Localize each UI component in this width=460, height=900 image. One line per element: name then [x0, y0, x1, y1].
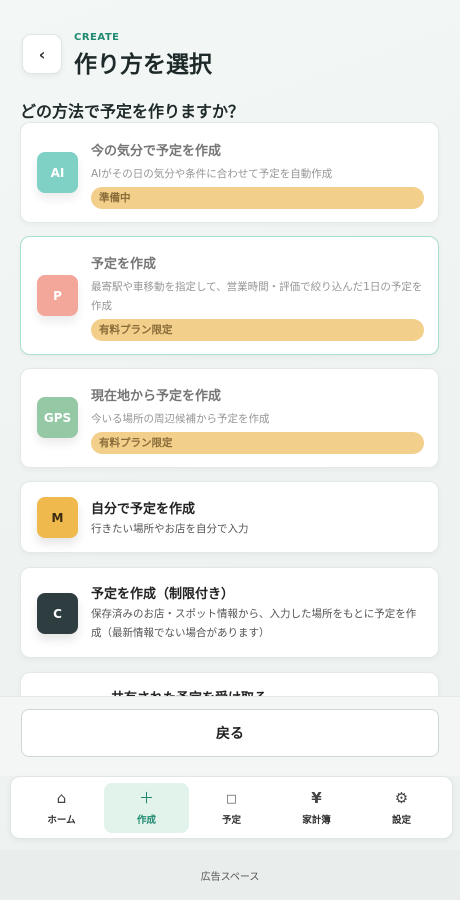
p-icon: P [37, 275, 78, 316]
nav-label: 家計簿 [302, 814, 331, 826]
option-body: 予定を作成 最寄駅や車移動を指定して、営業時間・評価で絞り込んだ1日の予定を作成… [91, 253, 424, 341]
title-block: CREATE 作り方を選択 [74, 32, 212, 79]
nav-label: 設定 [391, 814, 411, 826]
option-body: 今の気分で予定を作成 AIがその日の気分や条件に合わせて予定を自動作成 準備中 [91, 140, 424, 209]
ai-icon: AI [37, 152, 78, 193]
ad-space-label: 広告スペース [200, 871, 260, 883]
status-badge: 準備中 [91, 187, 424, 209]
option-body: 予定を作成（制限付き） 保存済みのお店・スポット情報から、入力した場所をもとに予… [91, 583, 424, 643]
option-description: 行きたい場所やお店を自分で入力 [91, 523, 249, 535]
c-icon: C [37, 593, 78, 634]
option-body: 自分で予定を作成 行きたい場所やお店を自分で入力 [91, 498, 424, 539]
option-title: 自分で予定を作成 [91, 502, 196, 517]
option-description: AIがその日の気分や条件に合わせて予定を自動作成 [91, 168, 333, 180]
gear-icon: ⚙ [394, 788, 409, 807]
plus-icon: ＋ [138, 788, 154, 807]
nav-label: ホーム [47, 814, 76, 826]
calendar-icon: □ [226, 791, 237, 805]
option-title: 今の気分で予定を作成 [91, 144, 222, 159]
option-plan[interactable]: P 予定を作成 最寄駅や車移動を指定して、営業時間・評価で絞り込んだ1日の予定を… [20, 236, 439, 355]
option-manual[interactable]: M 自分で予定を作成 行きたい場所やお店を自分で入力 [20, 481, 439, 553]
ad-space: 広告スペース [0, 850, 460, 900]
m-icon: M [37, 497, 78, 538]
home-icon: ⌂ [56, 788, 67, 807]
page-title: 作り方を選択 [74, 52, 212, 78]
option-description: 最寄駅や車移動を指定して、営業時間・評価で絞り込んだ1日の予定を作成 [91, 281, 423, 312]
option-description: 今いる場所の周辺候補から予定を作成 [91, 413, 270, 425]
yen-icon: ¥ [311, 788, 322, 807]
nav-item-schedule[interactable]: □ 予定 [189, 783, 274, 833]
option-ai-mood[interactable]: AI 今の気分で予定を作成 AIがその日の気分や条件に合わせて予定を自動作成 準… [20, 122, 439, 223]
back-button[interactable]: ‹ [22, 34, 62, 74]
option-title: 現在地から予定を作成 [91, 389, 222, 404]
question-heading: どの方法で予定を作りますか？ [20, 102, 245, 121]
header: ‹ CREATE 作り方を選択 [22, 32, 212, 79]
nav-item-budget[interactable]: ¥ 家計簿 [274, 783, 359, 833]
nav-item-home[interactable]: ⌂ ホーム [19, 783, 104, 833]
nav-label: 予定 [221, 814, 241, 826]
gps-icon: GPS [37, 397, 78, 438]
option-title: 予定を作成 [91, 257, 157, 272]
option-title: 予定を作成（制限付き） [91, 587, 235, 602]
option-limited[interactable]: C 予定を作成（制限付き） 保存済みのお店・スポット情報から、入力した場所をもと… [20, 567, 439, 658]
option-description: 保存済みのお店・スポット情報から、入力した場所をもとに予定を作成（最新情報でない… [91, 608, 417, 639]
option-body: 現在地から予定を作成 今いる場所の周辺候補から予定を作成 有料プラン限定 [91, 385, 424, 454]
eyebrow-label: CREATE [74, 32, 120, 43]
status-badge: 有料プラン限定 [91, 319, 424, 341]
status-badge: 有料プラン限定 [91, 432, 424, 454]
nav-item-settings[interactable]: ⚙ 設定 [359, 783, 444, 833]
nav-item-create[interactable]: ＋ 作成 [104, 782, 189, 833]
chevron-left-icon: ‹ [38, 44, 46, 64]
option-gps[interactable]: GPS 現在地から予定を作成 今いる場所の周辺候補から予定を作成 有料プラン限定 [20, 368, 439, 468]
nav-label: 作成 [136, 814, 156, 826]
bottom-nav: ⌂ ホーム ＋ 作成 □ 予定 ¥ 家計簿 ⚙ 設定 [10, 776, 453, 839]
return-button[interactable]: 戻る [21, 709, 439, 757]
